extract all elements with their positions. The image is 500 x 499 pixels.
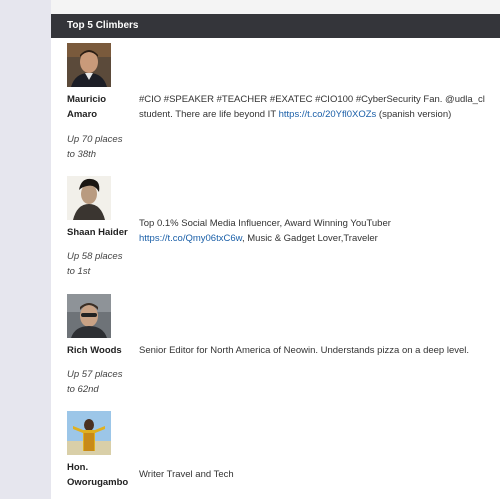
rank-change: Up 58 places to 1st xyxy=(67,251,123,277)
rank-change: Up 57 places to 62nd xyxy=(67,369,123,395)
left-rail xyxy=(0,0,51,499)
avatar[interactable] xyxy=(67,411,111,455)
panel-top-strip xyxy=(51,0,500,14)
avatar[interactable] xyxy=(67,294,111,338)
bio-link[interactable]: https://t.co/20Yfl0XOZs xyxy=(279,109,377,120)
climber-name[interactable]: Rich Woods xyxy=(67,343,137,358)
climber-bio: #CIO #SPEAKER #TEACHER #EXATEC #CIO100 #… xyxy=(139,94,485,120)
bio-link[interactable]: https://t.co/Qmy06txC6w xyxy=(139,233,242,244)
avatar[interactable] xyxy=(67,43,111,87)
climber-bio: Top 0.1% Social Media Influencer, Award … xyxy=(139,218,391,244)
top-climbers-panel: Top 5 Climbers Mauricio Amaro #CIO #SPEA… xyxy=(51,0,500,499)
climber-name[interactable]: Mauricio Amaro xyxy=(67,92,137,122)
rank-change: Up 70 places to 38th xyxy=(67,134,123,160)
panel-title: Top 5 Climbers xyxy=(51,14,500,38)
climber-bio: Writer Travel and Tech xyxy=(139,469,234,480)
climber-name[interactable]: Shaan Haider xyxy=(67,225,137,240)
avatar[interactable] xyxy=(67,176,111,220)
climber-name[interactable]: Hon. Oworugambo xyxy=(67,460,137,490)
climber-bio: Senior Editor for North America of Neowi… xyxy=(139,345,470,356)
